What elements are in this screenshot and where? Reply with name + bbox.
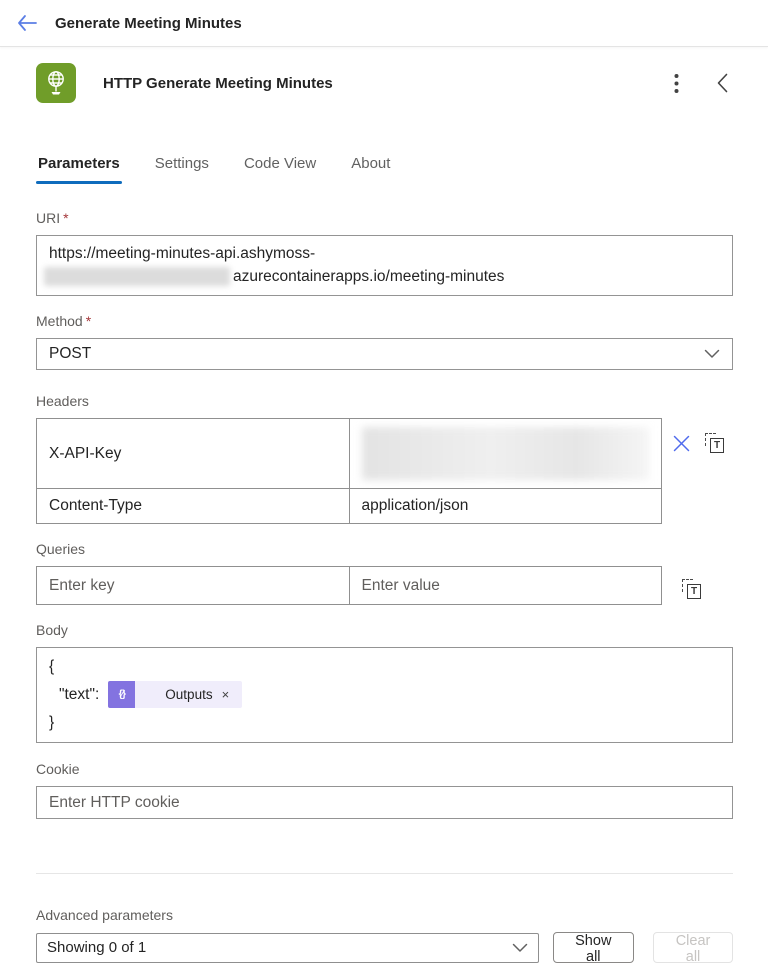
header-value-cell[interactable] [348, 418, 662, 489]
delete-x-icon [673, 435, 690, 451]
method-value: POST [49, 345, 92, 362]
http-globe-icon [48, 71, 64, 95]
uri-value-line1: https://meeting-minutes-api.ashymoss- [49, 245, 316, 262]
remove-token-icon[interactable]: × [222, 683, 230, 707]
clear-all-button[interactable]: Clear all [653, 932, 733, 965]
body-close-brace: } [49, 714, 55, 731]
required-asterisk: * [85, 313, 92, 329]
chevron-left-icon [717, 73, 727, 93]
uri-input[interactable]: https://meeting-minutes-api.ashymoss- az… [36, 235, 733, 296]
uri-value-line2: azurecontainerapps.io/meeting-minutes [44, 265, 720, 288]
http-connector-badge [36, 63, 76, 103]
advanced-parameters-dropdown[interactable]: Showing 0 of 1 [36, 932, 539, 963]
cookie-input[interactable] [36, 786, 733, 819]
back-arrow-icon [18, 15, 37, 31]
flow-title: Generate Meeting Minutes [55, 14, 242, 32]
back-button[interactable] [10, 8, 44, 38]
expression-token-icon: {⁄} [108, 681, 136, 708]
action-menu-button[interactable] [660, 67, 692, 99]
headers-table: X-API-Key Content-Type application/json [36, 418, 662, 524]
header-value-cell[interactable]: application/json [348, 488, 662, 524]
query-value-input[interactable] [361, 576, 649, 595]
required-asterisk: * [63, 210, 69, 226]
section-divider [36, 873, 733, 874]
cookie-label: Cookie [36, 761, 80, 777]
query-key-input[interactable] [49, 576, 337, 595]
query-key-cell [36, 566, 350, 605]
action-header: HTTP Generate Meeting Minutes [0, 47, 768, 103]
collapse-panel-button[interactable] [706, 67, 738, 99]
tab-bar: Parameters Settings Code View About [0, 153, 768, 184]
tab-parameters[interactable]: Parameters [36, 153, 122, 184]
chevron-down-icon [512, 943, 527, 952]
header-key-cell[interactable]: X-API-Key [36, 418, 350, 489]
tab-code-view[interactable]: Code View [242, 153, 318, 184]
body-label: Body [36, 622, 68, 638]
method-label: Method * [36, 313, 92, 329]
redacted-uri-segment [44, 267, 230, 287]
headers-label: Headers [36, 393, 89, 409]
token-label: Outputs [165, 686, 213, 702]
header-row-x-api-key: X-API-Key [36, 418, 662, 489]
switch-to-text-mode-icon: T [705, 433, 724, 453]
kebab-menu-icon [674, 73, 678, 93]
advanced-dropdown-value: Showing 0 of 1 [47, 939, 147, 956]
body-input[interactable]: { "text": {⁄} Outputs × } [36, 647, 733, 743]
body-json-key: "text": [59, 685, 100, 703]
uri-label: URI * [36, 210, 69, 226]
tab-about[interactable]: About [349, 153, 392, 184]
headers-text-mode-toggle[interactable]: T [703, 431, 726, 455]
queries-label: Queries [36, 541, 86, 557]
body-open-brace: { [49, 658, 55, 675]
queries-text-mode-toggle[interactable]: T [680, 577, 703, 601]
query-value-cell [348, 566, 662, 605]
delete-header-row-button[interactable] [671, 433, 692, 454]
queries-table [36, 566, 662, 605]
action-title: HTTP Generate Meeting Minutes [103, 74, 333, 92]
method-dropdown[interactable]: POST [36, 338, 733, 370]
chevron-down-icon [704, 349, 720, 358]
query-row [36, 566, 662, 605]
redacted-api-key-value [361, 427, 649, 480]
dynamic-content-token[interactable]: {⁄} Outputs × [108, 681, 243, 708]
advanced-parameters-label: Advanced parameters [36, 907, 173, 923]
header-key-cell[interactable]: Content-Type [36, 488, 350, 524]
switch-to-text-mode-icon: T [682, 579, 701, 599]
tab-settings[interactable]: Settings [153, 153, 211, 184]
parameters-form: URI * https://meeting-minutes-api.ashymos… [0, 210, 768, 965]
header-row-content-type: Content-Type application/json [36, 488, 662, 524]
top-bar: Generate Meeting Minutes [0, 0, 768, 47]
show-all-button[interactable]: Show all [552, 932, 635, 965]
